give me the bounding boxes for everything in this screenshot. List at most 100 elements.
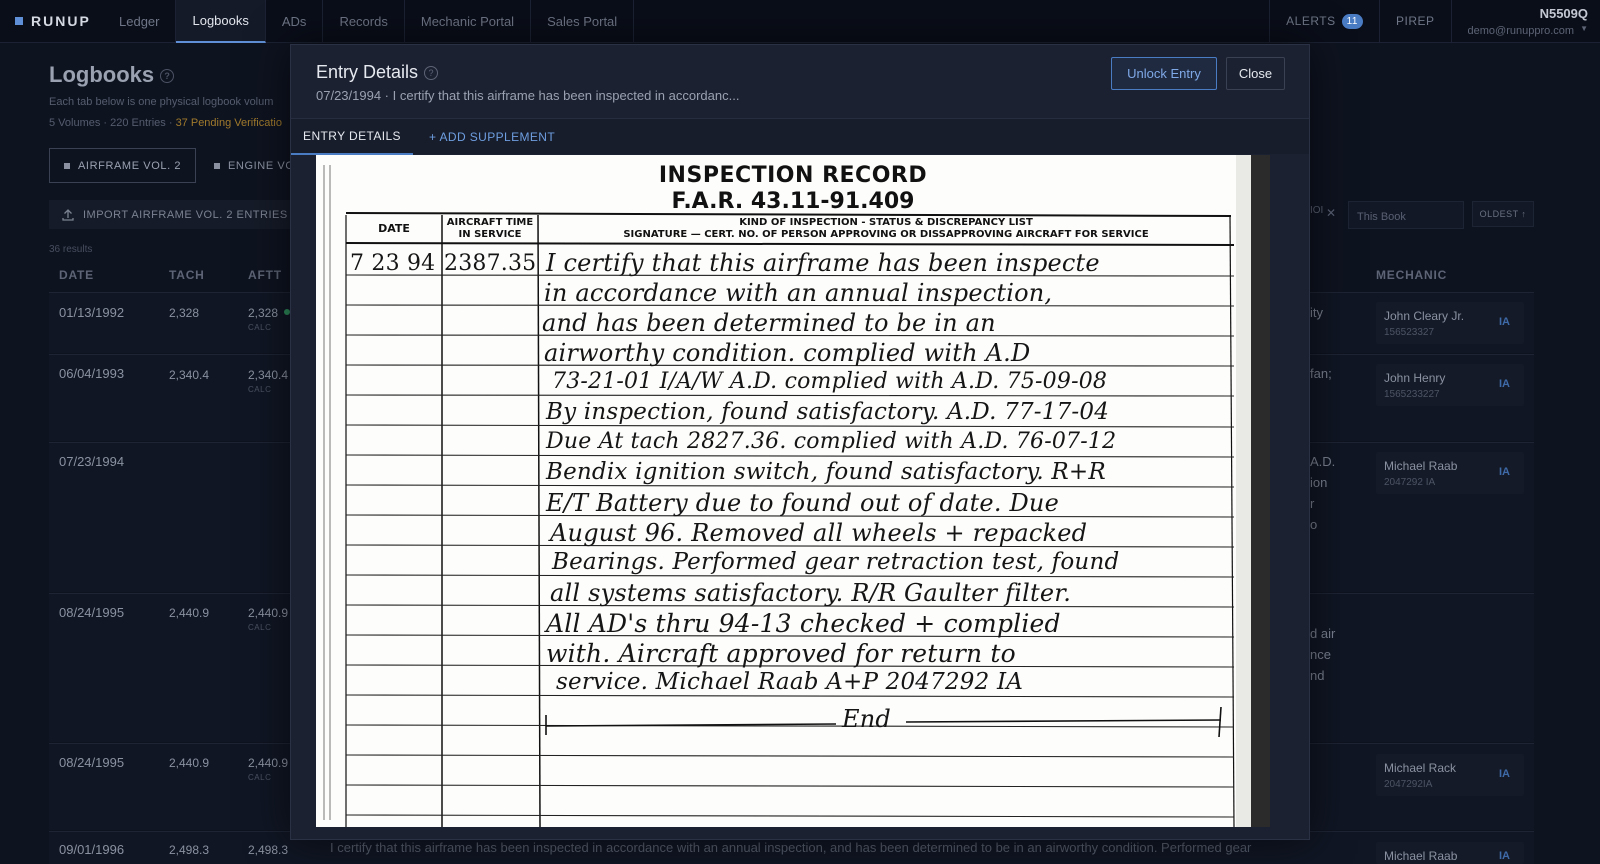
book-filter-select[interactable]: This Book <box>1348 201 1464 229</box>
nav-tab-logbooks[interactable]: Logbooks <box>176 0 266 43</box>
handwritten-line: By inspection, found satisfactory. A.D. … <box>546 399 1110 425</box>
page-subtitle: Each tab below is one physical logbook v… <box>49 96 274 108</box>
modal-subtitle: 07/23/1994 · I certify that this airfram… <box>316 88 740 103</box>
nav-tab-ledger[interactable]: Ledger <box>103 0 177 43</box>
account-menu[interactable]: N5509Q demo@runuppro.com ▼ <box>1450 0 1600 42</box>
mechanic-card[interactable]: Michael Rack 2047292IA IA <box>1376 754 1524 796</box>
handwritten-line: in accordance with an annual inspection, <box>544 279 1053 307</box>
handwritten-line: 73-21-01 I/A/W A.D. complied with A.D. 7… <box>552 369 1108 394</box>
handwritten-line: August 96. Removed all wheels + repacked <box>550 519 1088 547</box>
tab-entry-details[interactable]: ENTRY DETAILS <box>291 119 413 155</box>
header-kind-of-inspection: KIND OF INSPECTION - STATUS & DISCREPANC… <box>623 217 1149 240</box>
aircraft-tail-number: N5509Q <box>1539 5 1588 21</box>
caret-down-icon: ▼ <box>1580 24 1588 33</box>
nav-tab-ads[interactable]: ADs <box>266 0 324 43</box>
row-description-fragment: o <box>1310 517 1318 532</box>
help-icon[interactable]: ? <box>160 69 175 84</box>
row-description-fragment: r <box>1310 496 1315 511</box>
row-tach: 2,440.9 <box>169 606 210 620</box>
row-tach: 2,328 <box>169 306 200 320</box>
row-description-fragment: ion <box>1310 475 1328 490</box>
square-icon <box>214 162 220 169</box>
sort-oldest-button[interactable]: OLDEST ↑ <box>1472 201 1534 227</box>
square-icon <box>64 162 70 169</box>
column-header-tach[interactable]: TACH <box>169 268 205 282</box>
help-icon[interactable]: ? <box>424 66 439 81</box>
row-description-fragment: nd <box>1310 668 1325 683</box>
close-button[interactable]: Close <box>1226 57 1285 90</box>
handwritten-line: all systems satisfactory. R/R Gaulter fi… <box>550 579 1072 607</box>
alerts-button[interactable]: ALERTS 11 <box>1269 0 1379 42</box>
filter-label-clipped: IOI <box>1310 205 1324 216</box>
column-header-date[interactable]: DATE <box>59 268 94 282</box>
row-date: 01/13/1992 <box>59 305 125 320</box>
record-regulation: F.A.R. 43.11-91.409 <box>671 189 915 214</box>
handwritten-line: All AD's thru 94-13 checked + complied <box>546 609 1061 638</box>
unlock-entry-button[interactable]: Unlock Entry <box>1111 57 1217 90</box>
calc-label: CALC <box>248 323 272 332</box>
calc-label: CALC <box>248 773 272 782</box>
handwritten-line: E/T Battery due to found out of date. Du… <box>546 489 1059 517</box>
handwritten-time: 2387.35 <box>444 251 537 276</box>
row-date: 08/24/1995 <box>59 755 125 770</box>
handwritten-signature-line: service. Michael Raab A+P 2047292 IA <box>556 669 1024 695</box>
row-aftt: 2,328 <box>248 306 279 320</box>
upload-icon <box>62 208 74 221</box>
page-title: Logbooks? <box>49 62 175 88</box>
nav-tab-sales-portal[interactable]: Sales Portal <box>531 0 635 43</box>
record-title: INSPECTION RECORD <box>658 163 928 188</box>
handwritten-line: airworthy condition. complied with A.D <box>544 339 1031 367</box>
handwritten-end: End <box>842 705 891 733</box>
row-description-fragment: ity <box>1310 305 1323 320</box>
import-entries-button[interactable]: IMPORT AIRFRAME VOL. 2 ENTRIES <box>49 200 299 229</box>
pirep-button[interactable]: PIREP <box>1379 0 1451 42</box>
handwritten-line: Due At tach 2827.36. complied with A.D. … <box>546 429 1117 454</box>
row-tach: 2,340.4 <box>169 368 210 382</box>
calc-label: CALC <box>248 385 272 394</box>
header-date: DATE <box>378 222 410 235</box>
row-description: I certify that this airframe has been in… <box>330 840 1252 855</box>
row-date: 07/23/1994 <box>59 454 125 469</box>
mechanic-card[interactable]: John Cleary Jr. 156523327 IA <box>1376 302 1524 344</box>
calc-label: CALC <box>248 623 272 632</box>
nav-tab-mechanic-portal[interactable]: Mechanic Portal <box>405 0 532 43</box>
mechanic-card[interactable]: Michael Raab 2047292 IA IA <box>1376 452 1524 494</box>
row-date: 06/04/1993 <box>59 366 125 381</box>
column-header-mechanic[interactable]: MECHANIC <box>1376 268 1447 282</box>
handwritten-line: Bendix ignition switch, found satisfacto… <box>546 459 1106 485</box>
pending-verification-link[interactable]: 37 Pending Verificatio <box>176 117 282 129</box>
logbook-scan-image: INSPECTION RECORD F.A.R. 43.11-91.409 DA… <box>316 155 1270 827</box>
handwritten-line: I certify that this airframe has been in… <box>546 249 1100 277</box>
results-count: 36 results <box>49 244 93 255</box>
row-tach: 2,498.3 <box>169 843 210 857</box>
handwritten-line: and has been determined to be in an <box>542 309 996 337</box>
nav-tab-records[interactable]: Records <box>323 0 405 43</box>
column-header-aftt[interactable]: AFTT <box>248 268 282 282</box>
page-stats: 5 Volumes · 220 Entries · 37 Pending Ver… <box>49 117 282 129</box>
volume-tab-airframe-vol-2[interactable]: AIRFRAME VOL. 2 <box>49 148 197 183</box>
entry-details-modal: Entry Details? 07/23/1994 · I certify th… <box>290 44 1310 840</box>
app-logo[interactable]: RUNUP <box>0 0 103 42</box>
row-aftt: 2,340.4 <box>248 368 289 382</box>
clear-filter-icon[interactable]: ✕ <box>1326 206 1336 220</box>
logo-square-icon <box>15 17 23 25</box>
account-email: demo@runuppro.com <box>1467 24 1575 37</box>
row-description-fragment: d air <box>1310 626 1336 641</box>
handwritten-line: with. Aircraft approved for return to <box>546 639 1016 668</box>
row-date: 09/01/1996 <box>59 842 125 857</box>
row-aftt: 2,440.9 <box>248 606 289 620</box>
modal-tab-bar: ENTRY DETAILS + ADD SUPPLEMENT <box>291 118 1309 155</box>
add-supplement-button[interactable]: + ADD SUPPLEMENT <box>429 119 555 155</box>
row-aftt: 2,440.9 <box>248 756 289 770</box>
row-date: 08/24/1995 <box>59 605 125 620</box>
modal-title: Entry Details? <box>316 62 439 83</box>
header-aircraft-time: AIRCRAFT TIME IN SERVICE <box>446 217 534 240</box>
mechanic-card[interactable]: John Henry 1565233227 IA <box>1376 364 1524 406</box>
alerts-count-badge: 11 <box>1341 13 1363 29</box>
row-description-fragment: nce <box>1310 647 1331 662</box>
mechanic-card[interactable]: Michael Raab IA <box>1376 842 1524 864</box>
row-description-fragment: A.D. <box>1310 454 1336 469</box>
top-nav: RUNUP Ledger Logbooks ADs Records Mechan… <box>0 0 1600 43</box>
row-tach: 2,440.9 <box>169 756 210 770</box>
handwritten-date: 7 23 94 <box>350 251 436 276</box>
